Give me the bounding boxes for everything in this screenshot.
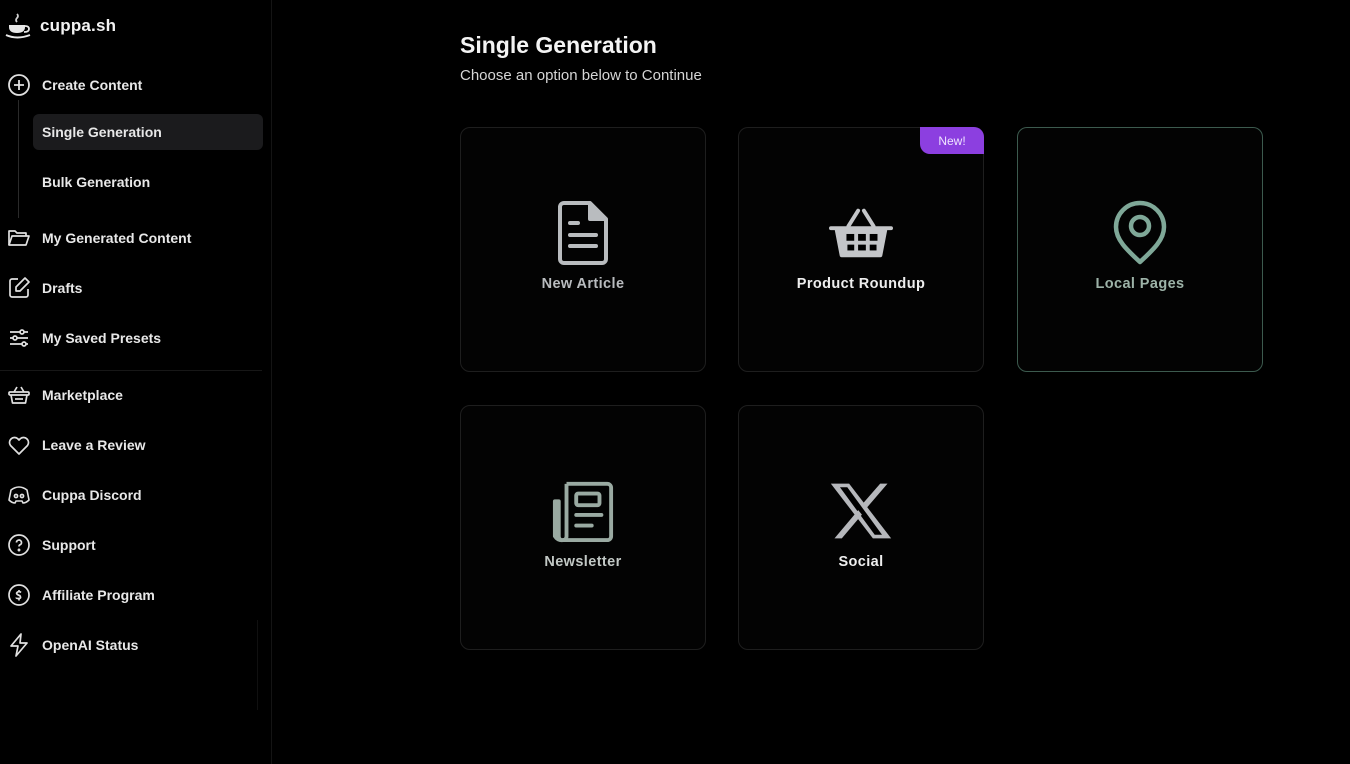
discord-icon xyxy=(6,482,32,508)
help-circle-icon xyxy=(6,532,32,558)
sidebar-item-label: Cuppa Discord xyxy=(42,487,142,503)
card-label: New Article xyxy=(541,275,625,292)
sidebar-item-cuppa-discord[interactable]: Cuppa Discord xyxy=(6,481,142,509)
sidebar-item-label: My Saved Presets xyxy=(42,330,162,346)
sidebar-item-label: Support xyxy=(42,537,96,553)
coffee-cup-icon xyxy=(5,13,31,39)
option-card-social[interactable]: Social xyxy=(738,405,984,650)
tree-line xyxy=(18,100,19,218)
option-card-product-roundup[interactable]: New! Product Roundup xyxy=(738,127,984,372)
sliders-icon xyxy=(6,325,32,351)
option-card-new-article[interactable]: New Article xyxy=(460,127,706,372)
sidebar: cuppa.sh Create Content Single Generatio… xyxy=(0,0,272,764)
card-label: Social xyxy=(838,553,884,570)
sidebar-item-openai-status[interactable]: OpenAI Status xyxy=(6,631,138,659)
sidebar-inner-divider xyxy=(257,620,258,710)
page-subtitle: Choose an option below to Continue xyxy=(460,67,702,84)
sidebar-item-my-saved-presets[interactable]: My Saved Presets xyxy=(6,324,161,352)
sidebar-subitem-single-generation[interactable]: Single Generation xyxy=(33,114,263,150)
new-badge: New! xyxy=(920,127,984,154)
sidebar-item-affiliate-program[interactable]: Affiliate Program xyxy=(6,581,155,609)
sidebar-item-label: Leave a Review xyxy=(42,437,146,453)
lightning-icon xyxy=(6,632,32,658)
sidebar-item-drafts[interactable]: Drafts xyxy=(6,274,82,302)
sidebar-item-marketplace[interactable]: Marketplace xyxy=(6,381,123,409)
brand-logo[interactable]: cuppa.sh xyxy=(4,12,116,40)
plus-circle-icon xyxy=(6,72,32,98)
card-label: Local Pages xyxy=(1095,275,1185,292)
sidebar-item-label: OpenAI Status xyxy=(42,637,139,653)
x-logo-icon xyxy=(829,478,893,544)
sidebar-item-label: Drafts xyxy=(42,280,83,296)
card-label: Product Roundup xyxy=(796,275,926,292)
option-card-local-pages[interactable]: Local Pages xyxy=(1017,127,1263,372)
document-icon xyxy=(551,200,615,266)
edit-icon xyxy=(6,275,32,301)
option-card-newsletter[interactable]: Newsletter xyxy=(460,405,706,650)
sidebar-item-create-content[interactable]: Create Content xyxy=(6,71,142,99)
sidebar-item-leave-a-review[interactable]: Leave a Review xyxy=(6,431,146,459)
newspaper-icon xyxy=(551,478,615,544)
sidebar-item-support[interactable]: Support xyxy=(6,531,96,559)
brand-name: cuppa.sh xyxy=(40,16,117,35)
map-pin-icon xyxy=(1108,200,1172,266)
card-label: Newsletter xyxy=(544,553,622,570)
basket-icon xyxy=(6,382,32,408)
heart-icon xyxy=(6,432,32,458)
sidebar-item-label: My Generated Content xyxy=(42,230,192,246)
sidebar-item-label: Marketplace xyxy=(42,387,123,403)
dollar-circle-icon xyxy=(6,582,32,608)
sidebar-item-label: Create Content xyxy=(42,77,143,93)
sidebar-subitem-bulk-generation[interactable]: Bulk Generation xyxy=(33,164,263,200)
sidebar-divider xyxy=(0,370,262,371)
sidebar-item-label: Affiliate Program xyxy=(42,587,155,603)
page-title: Single Generation xyxy=(460,32,657,58)
folder-open-icon xyxy=(6,225,32,251)
shopping-basket-icon xyxy=(829,200,893,266)
sidebar-item-my-generated-content[interactable]: My Generated Content xyxy=(6,224,191,252)
